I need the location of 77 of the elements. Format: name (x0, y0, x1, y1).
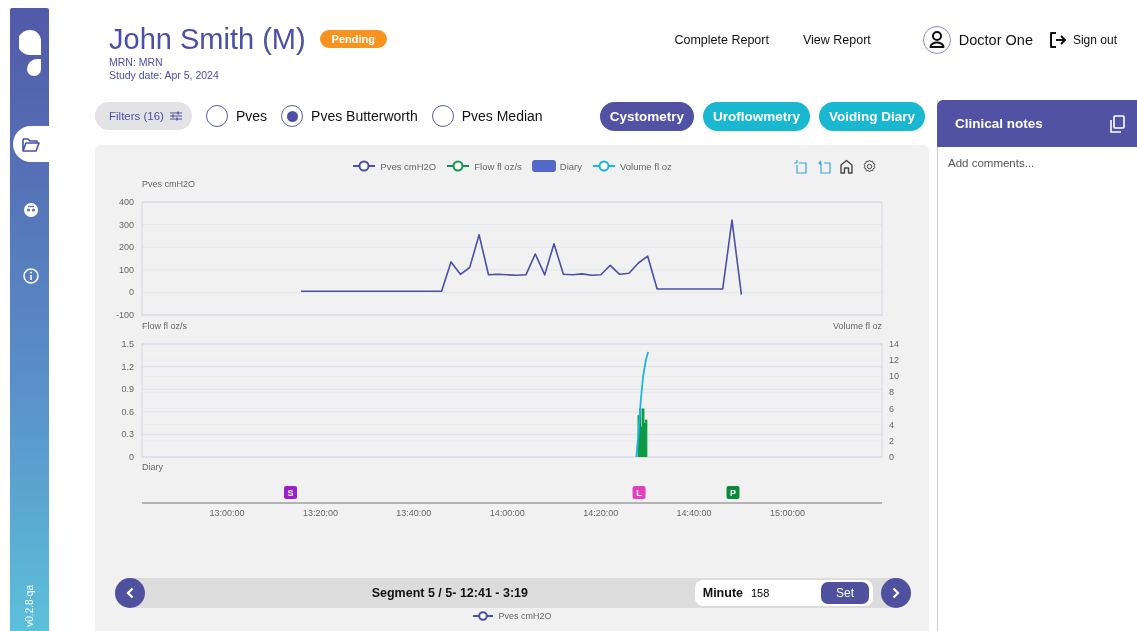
radio-option[interactable]: Pves Median (431, 105, 543, 127)
version-label: v0.2.8-qa (24, 585, 35, 627)
axis-tick-label: 1.2 (121, 361, 134, 372)
axis-tick-label: 8 (889, 387, 894, 398)
legend-item[interactable]: Diary (531, 160, 582, 172)
copy-icon[interactable] (1109, 114, 1125, 133)
info-icon (23, 268, 39, 284)
axis-tick-label: 0 (129, 287, 134, 298)
sign-out-icon (1048, 31, 1067, 49)
next-button[interactable] (881, 578, 911, 608)
status-badge: Pending (319, 30, 387, 48)
axis-tick-label: 100 (118, 264, 134, 275)
axis-tick-label: 200 (118, 242, 134, 253)
set-button[interactable]: Set (821, 582, 869, 604)
patient-name: John Smith (M) (109, 22, 306, 56)
axis-tick-label: 13:40:00 (396, 508, 432, 518)
axis-tick-label: 12 (889, 355, 899, 366)
filters-button[interactable]: Filters (16) (95, 102, 192, 130)
user-avatar-icon (922, 26, 951, 54)
axis-tick-label: 0 (129, 452, 134, 461)
study-date: Study date: Apr 5, 2024 (109, 69, 220, 82)
settings-icon[interactable] (862, 158, 877, 174)
axis-tick-label: 0.9 (121, 384, 134, 395)
tab[interactable]: Cystometry (599, 101, 694, 131)
axis-tick-label: 14:00:00 (489, 508, 525, 518)
axis-tick-label: 1.5 (121, 339, 134, 349)
axis-tick-label: 0 (889, 452, 894, 461)
minute-field[interactable]: 158 (751, 587, 821, 599)
legend-item[interactable]: Pves cmH2O (352, 160, 437, 172)
axis-tick-label: 13:20:00 (302, 508, 338, 518)
axis-tick-label: 14:20:00 (583, 508, 619, 518)
axis-tick-label: 400 (118, 197, 134, 207)
axis-tick-label: 14 (889, 339, 899, 349)
diary-marker: S (284, 486, 297, 499)
chevron-left-icon (126, 587, 134, 599)
radio-option[interactable]: Pves Butterworth (281, 105, 418, 127)
sign-out-button[interactable]: Sign out (1048, 31, 1117, 49)
diary-marker: L (632, 486, 646, 499)
axis-tick-label: 10 (889, 371, 899, 382)
axis-tick-label: 14:40:00 (676, 508, 712, 518)
logo-icon (18, 30, 41, 76)
radio-circle[interactable] (205, 105, 228, 127)
axis-tick-label: 15:00:00 (769, 508, 805, 518)
folder-icon (22, 136, 40, 152)
legend-label: Pves cmH2O (498, 610, 552, 621)
axis-title: Volume fl oz (832, 321, 882, 331)
legend-item[interactable]: Volume fl oz (591, 160, 672, 172)
axis-tick-label: -100 (116, 310, 134, 320)
mrn-text: MRN: MRN (109, 56, 164, 69)
axis-tick-label: 0.3 (121, 429, 134, 440)
axis-tick-label: 2 (889, 435, 894, 446)
legend-line-icon (472, 610, 495, 621)
axis-tick-label: 13:00:00 (209, 508, 245, 518)
user-name: Doctor One (958, 32, 1033, 48)
axis-title: Flow fl oz/s (142, 321, 187, 331)
chevron-right-icon (892, 587, 900, 599)
sidebar-item[interactable] (13, 126, 49, 162)
axis-tick-label: 6 (889, 403, 894, 414)
radio-circle[interactable] (281, 105, 304, 127)
sliders-icon (169, 111, 182, 121)
axis-tick-label: 4 (889, 419, 894, 430)
axis-title: Diary (142, 462, 163, 472)
notes-title: Clinical notes (955, 116, 1044, 131)
axis-title: Pves cmH2O (142, 179, 195, 189)
legend-item[interactable]: Flow fl oz/s (446, 160, 522, 172)
axis-tick-label: 300 (118, 219, 134, 230)
axis-tick-label: 0.6 (121, 406, 134, 417)
header-link[interactable]: Complete Report (674, 33, 769, 47)
header-link[interactable]: View Report (802, 33, 871, 47)
radio-option[interactable]: Pves (205, 105, 268, 127)
home-icon[interactable] (839, 158, 854, 174)
face-icon (23, 202, 39, 218)
minute-label: Minute (702, 586, 743, 600)
radio-circle[interactable] (431, 105, 454, 127)
segment-label: Segment 5 / 5- 12:41 - 3:19 (370, 586, 529, 600)
previous-button[interactable] (115, 578, 145, 608)
diary-marker: P (726, 486, 740, 499)
